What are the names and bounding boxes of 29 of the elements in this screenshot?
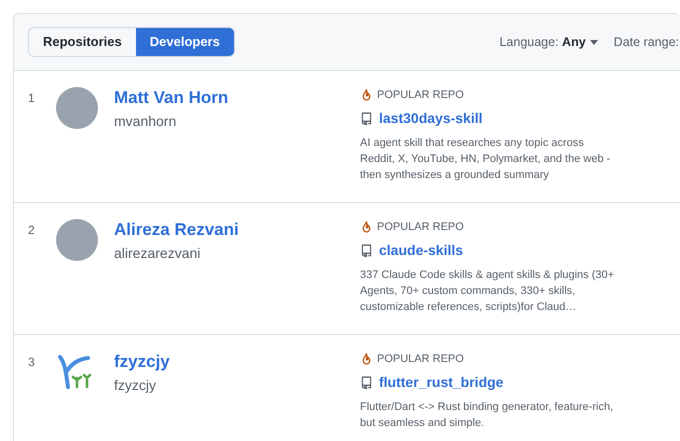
repo-icon [360,243,373,257]
avatar-photo [56,87,98,129]
username: fzyzcjy [114,376,157,395]
filter-dropdown[interactable]: Language: Any [499,32,598,52]
developer-name[interactable]: fzyzcjy [114,351,170,373]
username: mvanhorn [114,112,178,131]
filter-dropdown[interactable]: Date range: [614,32,679,52]
repo-icon [360,111,373,125]
rank-number: 1 [28,90,36,107]
flame-icon [360,88,373,102]
repo-link[interactable]: flutter_rust_bridge [379,372,504,392]
repo-description: Flutter/Dart <-> Rust binding generator, feature-rich, but seamless and simple. [360,400,614,430]
avatar-photo [56,219,98,261]
rank-number: 3 [28,354,36,371]
rank-number: 2 [28,222,36,239]
popular-repo-label: POPULAR REPO [377,88,464,103]
repo-link[interactable]: claude-skills [379,240,464,260]
repo-link[interactable]: last30days-skill [379,108,483,128]
developer-name[interactable]: Matt Van Horn [114,87,228,109]
popular-repo-label: POPULAR REPO [377,220,464,235]
tab[interactable]: Developers [136,28,234,56]
flame-icon [360,220,373,234]
popular-repo-label: POPULAR REPO [377,352,464,367]
repo-description: 337 Claude Code skills & agent skills & plugins (30+ Agents, 70+ custom commands, 330+ skills, customizable references, scripts)for Claud… [360,268,616,314]
username: alirezarezvani [114,244,202,263]
repo-description: AI agent skill that researches any topic across Reddit, X, YouTube, HN, Polymarket, and the web - then synthesizes a grounded summary [360,136,612,182]
developer-name[interactable]: Alireza Rezvani [114,219,239,241]
flame-icon [360,352,373,366]
repo-icon [360,375,373,389]
